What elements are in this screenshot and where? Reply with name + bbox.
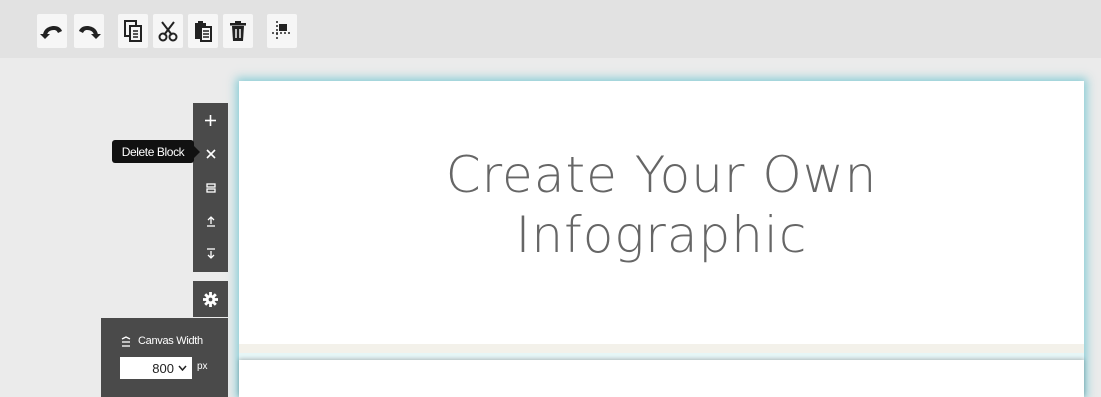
move-up-icon xyxy=(206,216,215,227)
canvas-title-line1: Create Your Own xyxy=(445,146,878,204)
delete-block-tooltip: Delete Block xyxy=(112,140,200,163)
block-settings-button[interactable] xyxy=(193,281,228,317)
delete-button[interactable] xyxy=(223,14,253,48)
canvas-width-select[interactable]: 800 xyxy=(120,357,192,379)
move-down-icon xyxy=(206,248,215,259)
copy-button[interactable] xyxy=(118,14,148,48)
canvas-width-panel: Canvas Width 800 px xyxy=(101,318,228,397)
undo-icon xyxy=(40,26,62,39)
plus-icon xyxy=(205,114,216,126)
canvas-width-unit: px xyxy=(197,361,208,372)
infographic-canvas[interactable]: Create Your Own Infographic xyxy=(239,81,1084,397)
grid-guides-icon xyxy=(272,21,292,41)
canvas-width-value: 800 xyxy=(152,360,174,376)
trash-icon xyxy=(230,21,246,41)
canvas-width-label: Canvas Width xyxy=(138,335,203,347)
close-icon xyxy=(205,149,216,159)
block-separator xyxy=(239,344,1084,353)
copy-icon xyxy=(124,20,142,42)
next-block[interactable] xyxy=(239,360,1084,397)
cut-button[interactable] xyxy=(153,14,183,48)
block-controls xyxy=(193,103,228,272)
undo-button[interactable] xyxy=(37,14,67,48)
block-gap xyxy=(239,353,1084,360)
resize-icon xyxy=(205,183,216,193)
move-block-down-button[interactable] xyxy=(193,237,228,271)
clipboard-icon xyxy=(195,21,212,42)
resize-block-button[interactable] xyxy=(193,171,228,205)
paste-button[interactable] xyxy=(188,14,218,48)
top-toolbar xyxy=(0,0,1101,58)
guides-button[interactable] xyxy=(267,14,297,48)
canvas-width-label-row: Canvas Width xyxy=(121,335,203,347)
canvas-title-line2: Infographic xyxy=(515,206,808,264)
redo-button[interactable] xyxy=(74,14,104,48)
scissors-icon xyxy=(158,21,178,42)
gear-icon xyxy=(203,291,218,307)
move-block-up-button[interactable] xyxy=(193,204,228,238)
canvas-width-icon xyxy=(121,335,131,347)
chevron-down-icon xyxy=(178,365,187,371)
add-block-button[interactable] xyxy=(193,103,228,137)
redo-icon xyxy=(79,26,101,39)
canvas-title[interactable]: Create Your Own Infographic xyxy=(239,145,1084,265)
